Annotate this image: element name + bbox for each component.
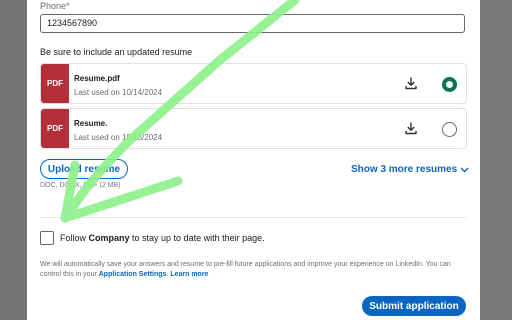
resume-last-used: Last used on 10/13/2024 xyxy=(74,133,163,142)
learn-more-link[interactable]: Learn more xyxy=(170,271,208,278)
resume-file-name: Resume. xyxy=(74,119,108,128)
show-more-label: Show 3 more resumes xyxy=(351,164,458,175)
pdf-icon: PDF xyxy=(41,109,69,148)
left-backdrop xyxy=(0,0,27,320)
divider xyxy=(40,217,467,218)
resume-card[interactable]: PDF Resume. Last used on 10/13/2024 xyxy=(40,108,467,149)
resume-last-used: Last used on 10/14/2024 xyxy=(74,88,163,97)
chevron-down-icon xyxy=(460,167,469,172)
submit-application-button[interactable]: Submit application xyxy=(362,296,466,316)
resume-card[interactable]: PDF Resume.pdf Last used on 10/14/2024 xyxy=(40,63,467,104)
download-icon[interactable] xyxy=(404,76,418,90)
show-more-resumes-button[interactable]: Show 3 more resumes xyxy=(351,164,469,175)
right-backdrop xyxy=(480,0,512,320)
follow-checkbox[interactable] xyxy=(40,231,54,245)
resume-file-name: Resume.pdf xyxy=(74,74,120,83)
upload-resume-button[interactable]: Upload resume xyxy=(40,159,128,179)
follow-company-row[interactable]: Follow Company to stay up to date with t… xyxy=(40,231,265,245)
resume-radio-selected[interactable] xyxy=(442,77,457,92)
resume-radio[interactable] xyxy=(442,122,457,137)
pdf-icon: PDF xyxy=(41,64,69,103)
download-icon[interactable] xyxy=(404,121,418,135)
resume-hint: Be sure to include an updated resume xyxy=(40,47,193,57)
follow-label: Follow Company to stay up to date with t… xyxy=(60,233,265,243)
application-settings-link[interactable]: Application Settings xyxy=(99,271,167,278)
phone-input[interactable]: 1234567890 xyxy=(40,14,465,33)
file-type-hint: DOC, DOCX, PDF (2 MB) xyxy=(40,182,121,189)
autosave-disclaimer: We will automatically save your answers … xyxy=(40,261,451,278)
phone-label: Phone* xyxy=(40,1,70,11)
